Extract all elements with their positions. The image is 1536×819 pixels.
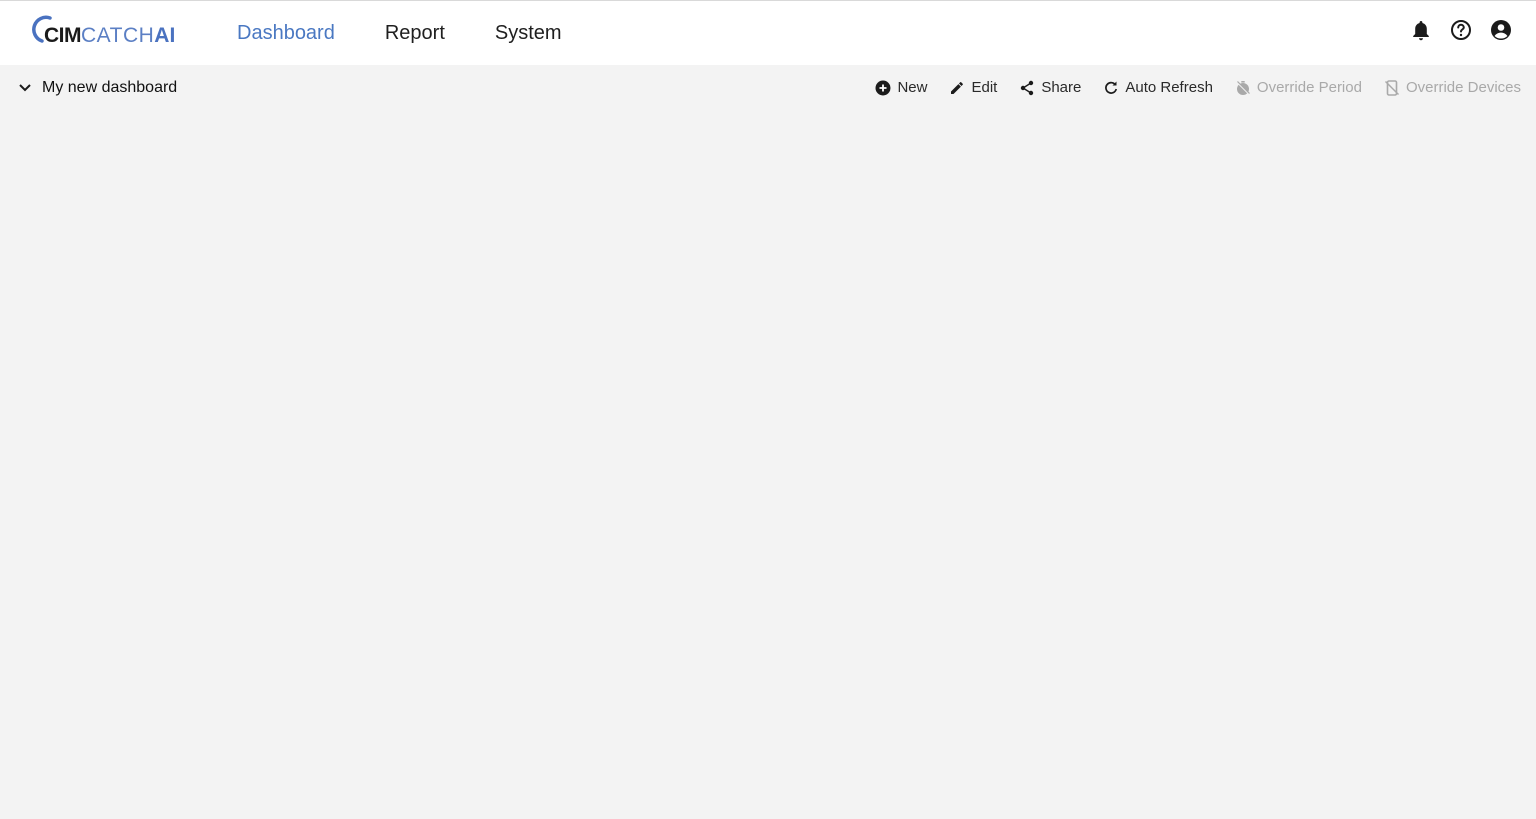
nav-report[interactable]: Report [385,22,445,45]
header-icons [1410,19,1512,41]
dashboard-title: My new dashboard [42,79,178,96]
devices-off-icon [1384,79,1400,96]
override-period-label: Override Period [1256,79,1362,96]
brand-catch: CATCH [81,24,155,47]
account-circle-icon[interactable] [1490,19,1512,41]
auto-refresh-label: Auto Refresh [1125,79,1213,96]
add-circle-icon [875,80,891,96]
new-label: New [897,79,928,96]
top-app-bar: CIM CATCH AI Dashboard Report System [0,0,1536,65]
share-button[interactable]: Share [1019,79,1081,96]
share-label: Share [1041,79,1082,96]
edit-label: Edit [971,79,998,96]
help-circle-icon[interactable] [1450,19,1472,41]
new-button[interactable]: New [875,79,927,96]
nav-dashboard[interactable]: Dashboard [237,22,335,45]
pencil-icon [949,80,965,96]
nav-system[interactable]: System [495,22,562,45]
edit-button[interactable]: Edit [949,79,997,96]
refresh-icon [1103,80,1119,96]
override-devices-label: Override Devices [1405,79,1521,96]
dashboard-toolbar: My new dashboard New Edit Share Auto Ref… [0,66,1536,114]
auto-refresh-button[interactable]: Auto Refresh [1103,79,1213,96]
timer-off-icon [1235,80,1251,96]
logo-arc-icon [32,15,52,43]
override-devices-button[interactable]: Override Devices [1384,79,1521,96]
dashboard-canvas [0,114,1536,819]
override-period-button[interactable]: Override Period [1235,79,1362,96]
main-nav: Dashboard Report System [237,1,612,66]
bell-icon[interactable] [1410,19,1432,41]
dashboard-selector[interactable]: My new dashboard [16,79,177,97]
chevron-down-icon [16,79,34,97]
brand-logo[interactable]: CIM CATCH AI [32,14,175,46]
brand-ai: AI [154,24,176,47]
share-icon [1019,80,1035,96]
dashboard-actions: New Edit Share Auto Refresh Override Per… [853,79,1521,96]
